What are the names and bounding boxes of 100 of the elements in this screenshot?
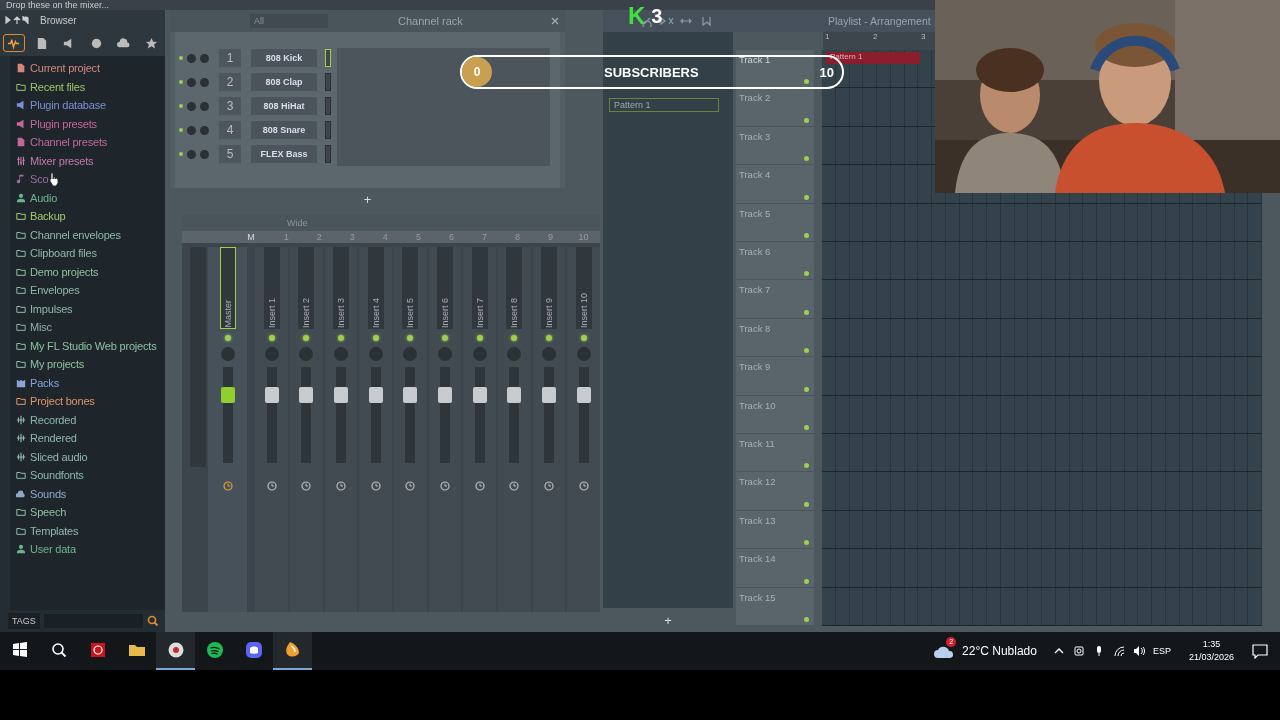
browser-item[interactable]: Misc [10, 318, 165, 337]
track-header[interactable]: Track 13 [736, 510, 814, 550]
led-icon[interactable] [179, 128, 183, 132]
clock-icon[interactable] [578, 481, 589, 491]
channel-button[interactable]: FLEX Bass [251, 145, 317, 163]
browser-item[interactable]: Packs [10, 373, 165, 392]
track-header[interactable]: Track 12 [736, 472, 814, 511]
browser-item[interactable]: Sounds [10, 484, 165, 503]
clock-date[interactable]: 21/03/2026 [1188, 651, 1234, 664]
tags-label[interactable]: TAGS [8, 613, 40, 629]
led-icon[interactable] [804, 425, 809, 431]
language-indicator[interactable]: ESP [1152, 646, 1171, 656]
track-header[interactable]: Track 11 [736, 434, 814, 473]
clock-icon[interactable] [474, 481, 485, 491]
track-label[interactable]: Insert 10 [575, 247, 592, 329]
track-header[interactable]: Track 1 [736, 50, 814, 89]
browser-item[interactable]: Channel presets [10, 133, 165, 152]
fader[interactable] [301, 367, 312, 463]
browser-item[interactable]: Sliced audio [10, 447, 165, 466]
browser-item[interactable]: Recent files [10, 77, 165, 96]
led-icon[interactable] [303, 335, 310, 341]
track-label[interactable]: Insert 4 [367, 247, 384, 329]
weather-text[interactable]: 22°C Nublado [962, 644, 1037, 658]
led-icon[interactable] [476, 335, 483, 341]
clock-icon[interactable] [336, 481, 347, 491]
circle-icon[interactable] [166, 641, 185, 659]
star-icon[interactable] [144, 36, 158, 50]
track-label[interactable]: Insert 7 [471, 247, 488, 329]
track-header[interactable]: Track 2 [736, 88, 814, 127]
track-label[interactable]: Insert 9 [541, 247, 557, 329]
add-button[interactable]: + [363, 191, 372, 207]
fader[interactable] [266, 367, 277, 463]
fader[interactable] [222, 367, 233, 463]
led-icon[interactable] [804, 117, 809, 123]
track-header[interactable]: Track 14 [736, 549, 814, 588]
browser-item[interactable]: User data [10, 540, 165, 559]
track-header[interactable]: Track 9 [736, 357, 814, 396]
pattern-item[interactable]: Pattern 1 [609, 98, 719, 112]
browser-item[interactable]: Plugin presets [10, 114, 165, 133]
browser-item[interactable]: Speech [10, 503, 165, 522]
browser-item[interactable]: Impulses [10, 299, 165, 318]
channel-number[interactable]: 2 [219, 73, 241, 91]
channel-button[interactable]: 808 Clap [251, 73, 317, 91]
sound-waves-icon[interactable] [205, 641, 224, 659]
browser-item[interactable]: Templates [10, 521, 165, 540]
clock-icon[interactable] [370, 481, 381, 491]
record-icon[interactable] [88, 641, 107, 659]
browser-tab[interactable] [3, 34, 25, 52]
track-label[interactable]: Insert 3 [333, 247, 350, 329]
channel-number[interactable]: 3 [219, 97, 241, 115]
browser-item[interactable]: My FL Studio Web projects [10, 336, 165, 355]
chat-icon[interactable] [244, 641, 263, 659]
clock-icon[interactable] [544, 481, 554, 491]
channel-button[interactable]: 808 Snare [251, 121, 317, 139]
led-icon[interactable] [804, 617, 809, 623]
close-icon[interactable] [551, 17, 559, 25]
fruit-icon[interactable] [283, 641, 302, 659]
track-label[interactable]: Insert 5 [402, 247, 419, 329]
search-icon[interactable] [49, 641, 68, 659]
track-header[interactable]: Track 7 [736, 280, 814, 319]
clock-icon[interactable] [509, 481, 520, 491]
browser-item[interactable]: Envelopes [10, 281, 165, 300]
led-icon[interactable] [372, 335, 379, 341]
browser-item[interactable]: Project bones [10, 392, 165, 411]
led-icon[interactable] [268, 335, 275, 341]
led-icon[interactable] [804, 540, 809, 546]
track-header[interactable]: Track 5 [736, 203, 814, 243]
track-label[interactable]: Master [219, 247, 236, 329]
clock-icon[interactable] [222, 481, 233, 491]
globe-icon[interactable] [89, 36, 103, 50]
led-icon[interactable] [442, 335, 448, 341]
channel-select-indicator[interactable] [325, 49, 331, 67]
wifi-icon[interactable] [1112, 645, 1125, 657]
track-label[interactable]: Insert 2 [298, 247, 315, 329]
led-icon[interactable] [804, 309, 809, 315]
track-header[interactable]: Track 3 [736, 126, 814, 166]
led-icon[interactable] [804, 348, 809, 354]
clock-icon[interactable] [405, 481, 416, 491]
fader[interactable] [405, 367, 416, 463]
camera-icon[interactable] [1072, 645, 1085, 657]
led-icon[interactable] [804, 271, 809, 277]
track-header[interactable]: Track 15 [736, 587, 814, 627]
track-label[interactable]: Insert 6 [437, 247, 453, 329]
channel-number[interactable]: 1 [219, 49, 241, 67]
led-icon[interactable] [511, 335, 518, 341]
clock-icon[interactable] [440, 481, 450, 491]
browser-item[interactable]: Sco [10, 170, 165, 189]
led-icon[interactable] [804, 463, 809, 469]
browser-item[interactable]: Mixer presets [10, 151, 165, 170]
led-icon[interactable] [224, 335, 231, 341]
led-icon[interactable] [804, 194, 809, 200]
led-icon[interactable] [580, 335, 587, 341]
browser-item[interactable]: Backup [10, 207, 165, 226]
notification-icon[interactable] [1252, 643, 1268, 659]
clock-icon[interactable] [266, 481, 277, 491]
channel-number[interactable]: 5 [219, 145, 241, 163]
browser-item[interactable]: Audio [10, 188, 165, 207]
track-header[interactable]: Track 4 [736, 165, 814, 204]
fader[interactable] [509, 367, 520, 463]
led-icon[interactable] [407, 335, 414, 341]
